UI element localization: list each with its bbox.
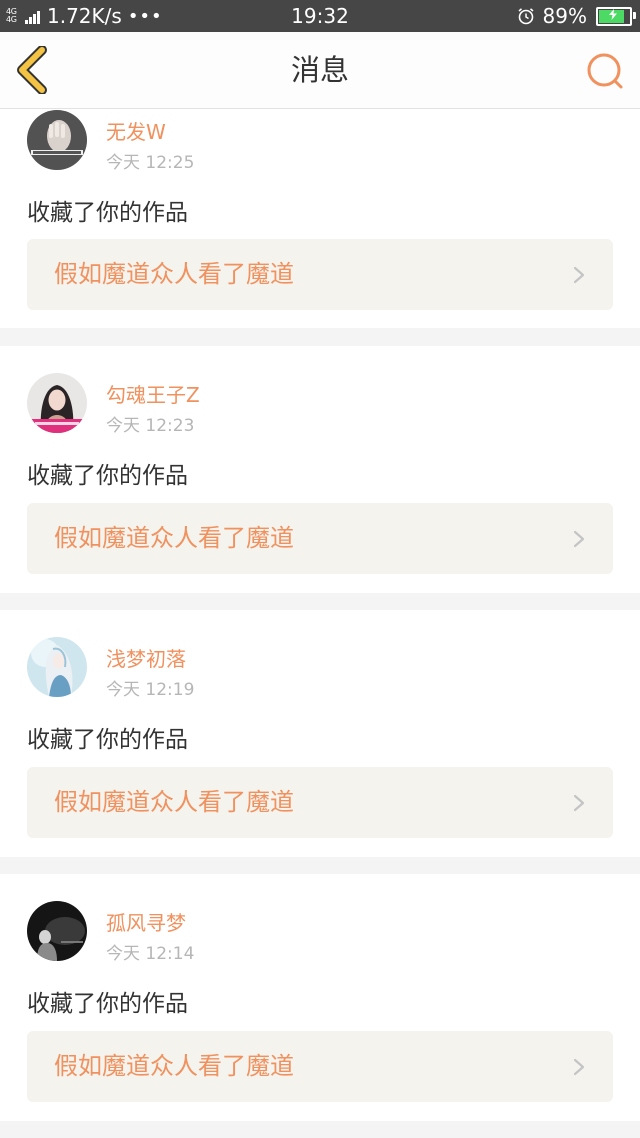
work-link[interactable]: 假如魔道众人看了魔道 bbox=[27, 767, 613, 838]
username[interactable]: 浅梦初落 bbox=[106, 643, 186, 672]
action-text: 收藏了你的作品 bbox=[27, 727, 188, 753]
message-time: 今天 12:25 bbox=[106, 153, 195, 173]
action-text: 收藏了你的作品 bbox=[27, 200, 188, 226]
avatar[interactable] bbox=[27, 110, 87, 170]
chevron-right-icon bbox=[573, 1058, 585, 1076]
avatar-image bbox=[27, 373, 87, 433]
username[interactable]: 无发W bbox=[106, 116, 166, 145]
avatar[interactable] bbox=[27, 901, 87, 961]
status-bar: 4G 4G 1.72K/s ••• 19:32 89% bbox=[0, 0, 640, 32]
avatar[interactable] bbox=[27, 373, 87, 433]
status-right: 89% bbox=[517, 0, 636, 32]
charging-icon bbox=[609, 8, 617, 20]
avatar-image bbox=[27, 901, 87, 961]
search-button[interactable] bbox=[584, 50, 626, 92]
avatar[interactable] bbox=[27, 637, 87, 697]
work-title: 假如魔道众人看了魔道 bbox=[54, 524, 294, 552]
alarm-icon bbox=[518, 8, 534, 25]
message-card: 无发W 今天 12:25 收藏了你的作品 假如魔道众人看了魔道 bbox=[0, 109, 640, 328]
avatar-image bbox=[27, 637, 87, 697]
username[interactable]: 孤风寻梦 bbox=[106, 907, 186, 936]
work-link[interactable]: 假如魔道众人看了魔道 bbox=[27, 503, 613, 574]
battery-icon bbox=[596, 6, 636, 26]
message-time: 今天 12:14 bbox=[106, 944, 195, 964]
message-list: 无发W 今天 12:25 收藏了你的作品 假如魔道众人看了魔道 勾魂王子Z 今天… bbox=[0, 109, 640, 1138]
message-card: 勾魂王子Z 今天 12:23 收藏了你的作品 假如魔道众人看了魔道 bbox=[0, 346, 640, 593]
chevron-right-icon bbox=[573, 266, 585, 284]
action-text: 收藏了你的作品 bbox=[27, 463, 188, 489]
battery-percent: 89% bbox=[542, 4, 587, 28]
search-icon bbox=[587, 53, 623, 89]
action-text: 收藏了你的作品 bbox=[27, 991, 188, 1017]
work-title: 假如魔道众人看了魔道 bbox=[54, 1052, 294, 1080]
avatar-image bbox=[27, 110, 87, 170]
work-link[interactable]: 假如魔道众人看了魔道 bbox=[27, 1031, 613, 1102]
work-title: 假如魔道众人看了魔道 bbox=[54, 788, 294, 816]
chevron-right-icon bbox=[573, 794, 585, 812]
work-link[interactable]: 假如魔道众人看了魔道 bbox=[27, 239, 613, 310]
message-card: 孤风寻梦 今天 12:14 收藏了你的作品 假如魔道众人看了魔道 bbox=[0, 874, 640, 1121]
message-card: 浅梦初落 今天 12:19 收藏了你的作品 假如魔道众人看了魔道 bbox=[0, 610, 640, 857]
nav-bar: 消息 bbox=[0, 32, 640, 109]
chevron-right-icon bbox=[573, 530, 585, 548]
page-title: 消息 bbox=[290, 53, 349, 87]
message-time: 今天 12:23 bbox=[106, 416, 195, 436]
message-time: 今天 12:19 bbox=[106, 680, 195, 700]
work-title: 假如魔道众人看了魔道 bbox=[54, 260, 294, 288]
username[interactable]: 勾魂王子Z bbox=[106, 379, 200, 408]
